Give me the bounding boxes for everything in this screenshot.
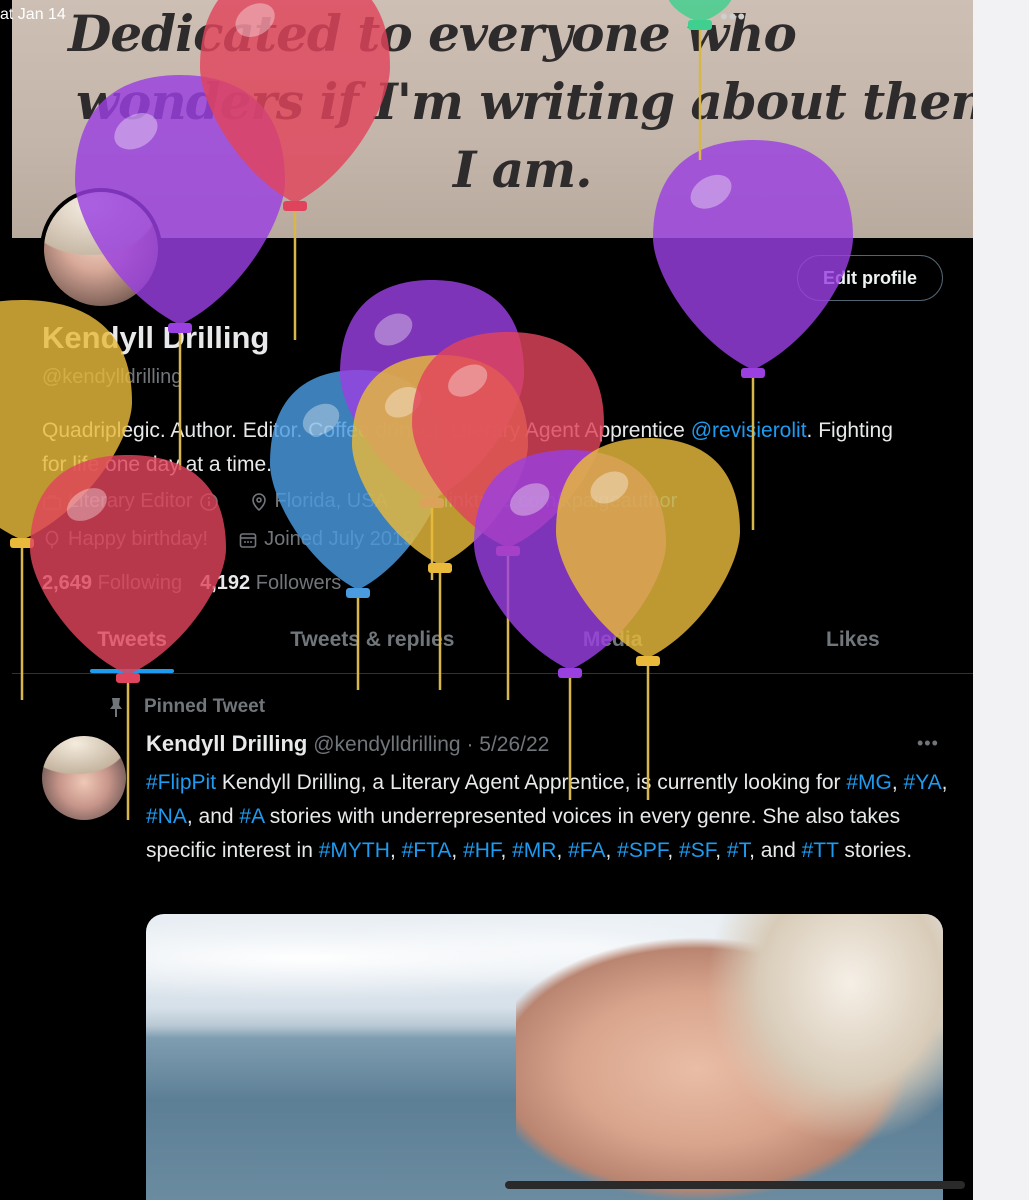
tweet-text-segment: ,	[389, 839, 402, 862]
tweet-header: Kendyll Drilling @kendylldrilling · 5/26…	[146, 731, 549, 757]
hashtag-link[interactable]: #A	[239, 805, 264, 828]
pin-icon	[110, 698, 122, 717]
profile-meta-row-1: Literary Editor Florida, USA linktr.ee.c…	[42, 490, 699, 513]
profile-avatar[interactable]	[40, 188, 162, 310]
hashtag-link[interactable]: #MR	[512, 839, 556, 862]
bio-text-1: Quadriplegic. Author. Editor. Coffee dri…	[42, 419, 685, 442]
balloon-icon	[45, 530, 59, 548]
website-link[interactable]: linktr.ee.com/kpaigeauthor	[444, 490, 677, 513]
tweet-separator: ·	[466, 733, 474, 756]
tweet-text-segment: ,	[941, 771, 948, 794]
followers-link[interactable]: 4,192 Followers	[200, 572, 341, 595]
meta-joined: Joined July 2019	[238, 528, 414, 551]
profile-bio: Quadriplegic. Author. Editor. Coffee dri…	[42, 414, 902, 482]
home-indicator-bar	[505, 1181, 965, 1189]
followers-count: 4,192	[200, 572, 251, 594]
display-name: Kendyll Drilling	[42, 320, 270, 355]
category-text: Literary Editor	[68, 490, 193, 512]
birthday-text: Happy birthday!	[68, 528, 209, 550]
tweet-author-name[interactable]: Kendyll Drilling	[146, 731, 307, 756]
banner-text-line2: wonders if I'm writing about them.	[76, 72, 973, 131]
hashtag-link[interactable]: #MYTH	[319, 839, 390, 862]
location-text: Florida, USA	[274, 490, 388, 512]
tweet-text-segment: ,	[500, 839, 513, 862]
tab-tweets-replies[interactable]: Tweets & replies	[252, 612, 492, 673]
edit-profile-button[interactable]: Edit profile	[797, 255, 943, 301]
profile-handle: @kendylldrilling	[42, 366, 183, 388]
hashtag-link[interactable]: #NA	[146, 805, 187, 828]
following-count: 2,649	[42, 572, 93, 594]
hashtag-link[interactable]: #SPF	[617, 839, 667, 862]
tab-media[interactable]: Media	[493, 612, 733, 673]
hashtag-link[interactable]: #FlipPit	[146, 771, 216, 794]
banner-text-line3: I am.	[453, 140, 593, 199]
tweet-text-segment: ,	[715, 839, 727, 862]
tweet-text-segment: stories.	[838, 839, 913, 862]
tweet-more-button[interactable]: •••	[917, 733, 939, 754]
briefcase-icon	[43, 494, 61, 510]
following-link[interactable]: 2,649 Following	[42, 572, 182, 595]
following-label: Following	[97, 572, 183, 594]
tab-tweets[interactable]: Tweets	[12, 612, 252, 673]
meta-website[interactable]: linktr.ee.com/kpaigeauthor	[418, 490, 677, 513]
hashtag-link[interactable]: #FA	[568, 839, 605, 862]
hashtag-link[interactable]: #T	[727, 839, 749, 862]
tweet-text-segment: , and	[749, 839, 802, 862]
meta-category: Literary Editor	[42, 490, 219, 513]
hashtag-link[interactable]: #TT	[802, 839, 839, 862]
tweet-text: #FlipPit Kendyll Drilling, a Literary Ag…	[146, 766, 951, 868]
pinned-label: Pinned Tweet	[144, 696, 266, 717]
banner-text-line1: Dedicated to everyone who	[68, 4, 797, 63]
bio-mention-link[interactable]: @revisierolit	[691, 419, 807, 442]
status-time: at Jan 14	[0, 6, 66, 23]
followers-label: Followers	[255, 572, 342, 594]
tab-likes[interactable]: Likes	[733, 612, 973, 673]
meta-birthday: Happy birthday!	[42, 528, 208, 551]
info-icon[interactable]	[199, 492, 219, 512]
tweet-text-segment: Kendyll Drilling, a Literary Agent Appre…	[216, 771, 847, 794]
tweet-media-photo[interactable]	[146, 914, 943, 1200]
joined-text: Joined July 2019	[264, 528, 415, 550]
meta-location: Florida, USA	[249, 490, 388, 513]
tweet-text-segment: ,	[605, 839, 618, 862]
profile-tabs: Tweets Tweets & replies Media Likes	[12, 612, 973, 674]
location-icon	[251, 492, 266, 511]
tweet-text-segment: ,	[891, 771, 904, 794]
hashtag-link[interactable]: #MG	[846, 771, 892, 794]
tweet-author-handle[interactable]: @kendylldrilling	[313, 733, 460, 756]
profile-frame: Dedicated to everyone who wonders if I'm…	[12, 0, 973, 1200]
follow-stats: 2,649 Following 4,192 Followers	[42, 572, 341, 595]
tweet-text-segment: ,	[451, 839, 464, 862]
hashtag-link[interactable]: #YA	[904, 771, 942, 794]
top-more-dots[interactable]: •••	[720, 4, 746, 30]
profile-meta-row-2: Happy birthday! Joined July 2019	[42, 528, 436, 551]
calendar-icon	[239, 532, 257, 548]
pinned-indicator: Pinned Tweet	[106, 696, 265, 718]
hashtag-link[interactable]: #HF	[463, 839, 500, 862]
tweet-text-segment: ,	[667, 839, 680, 862]
right-edge	[973, 0, 1029, 1200]
tweet-text-segment: , and	[186, 805, 240, 828]
tweet-date[interactable]: 5/26/22	[479, 733, 549, 756]
tweet-avatar[interactable]	[42, 736, 126, 820]
hashtag-link[interactable]: #FTA	[402, 839, 452, 862]
tweet-text-segment: ,	[556, 839, 569, 862]
link-icon	[421, 495, 434, 508]
hashtag-link[interactable]: #SF	[679, 839, 715, 862]
